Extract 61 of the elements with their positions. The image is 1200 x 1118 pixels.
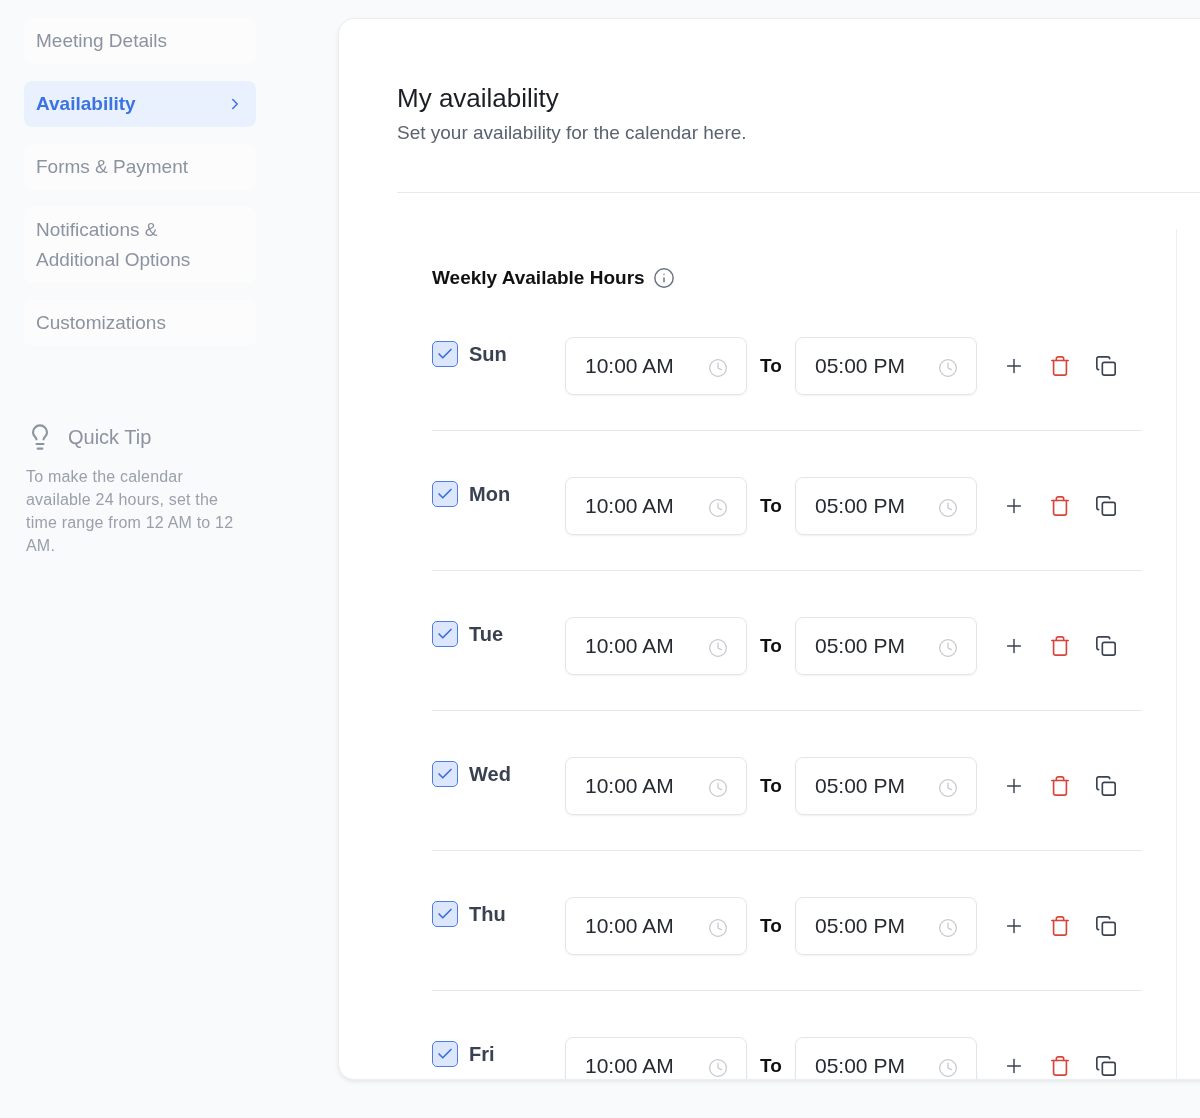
end-time-field[interactable]: 05:00 PM (795, 757, 977, 815)
end-time-field[interactable]: 05:00 PM (795, 1037, 977, 1079)
day-label: Wed (469, 762, 511, 786)
clock-icon (938, 498, 958, 518)
sidebar-item[interactable]: Availability (24, 81, 256, 127)
page-subtitle: Set your availability for the calendar here. (397, 122, 748, 144)
to-label: To (759, 635, 783, 657)
clock-icon (708, 358, 728, 378)
day-label: Fri (469, 1042, 495, 1066)
tip-title: Quick Tip (68, 425, 152, 449)
clock-icon (938, 918, 958, 938)
delete-button[interactable] (1049, 495, 1071, 517)
delete-button[interactable] (1049, 915, 1071, 937)
to-label: To (759, 1055, 783, 1077)
tip-text: To make the calendar available 24 hours, set the time range from 12 AM to 12 AM. (26, 467, 235, 556)
delete-button[interactable] (1049, 775, 1071, 797)
delete-button[interactable] (1049, 1055, 1071, 1077)
copy-button[interactable] (1095, 355, 1117, 377)
end-time-field[interactable]: 05:00 PM (795, 897, 977, 955)
copy-button[interactable] (1095, 495, 1117, 517)
copy-button[interactable] (1095, 775, 1117, 797)
day-checkbox[interactable] (432, 621, 458, 647)
day-checkbox[interactable] (432, 1041, 458, 1067)
day-label: Thu (469, 902, 506, 926)
end-time-field[interactable]: 05:00 PM (795, 617, 977, 675)
to-label: To (759, 355, 783, 377)
copy-button[interactable] (1095, 635, 1117, 657)
start-time-field[interactable]: 10:00 AM (565, 617, 747, 675)
end-time-field[interactable]: 05:00 PM (795, 337, 977, 395)
to-label: To (759, 495, 783, 517)
end-time-field[interactable]: 05:00 PM (795, 477, 977, 535)
day-label: Sun (469, 342, 507, 366)
delete-button[interactable] (1049, 355, 1071, 377)
clock-icon (708, 918, 728, 938)
clock-icon (708, 498, 728, 518)
start-time-field[interactable]: 10:00 AM (565, 1037, 747, 1079)
page-title: My availability (397, 83, 560, 114)
start-time-field[interactable]: 10:00 AM (565, 337, 747, 395)
clock-icon (938, 358, 958, 378)
start-time-field[interactable]: 10:00 AM (565, 897, 747, 955)
clock-icon (708, 778, 728, 798)
start-time-field[interactable]: 10:00 AM (565, 757, 747, 815)
clock-icon (938, 778, 958, 798)
copy-button[interactable] (1095, 915, 1117, 937)
clock-icon (708, 638, 728, 658)
start-time-field[interactable]: 10:00 AM (565, 477, 747, 535)
clock-icon (938, 1058, 958, 1078)
day-checkbox[interactable] (432, 341, 458, 367)
clock-icon (938, 638, 958, 658)
to-label: To (759, 915, 783, 937)
day-checkbox[interactable] (432, 901, 458, 927)
day-checkbox[interactable] (432, 761, 458, 787)
section-title: Weekly Available Hours (432, 267, 645, 289)
day-checkbox[interactable] (432, 481, 458, 507)
day-label: Mon (469, 482, 511, 506)
delete-button[interactable] (1049, 635, 1071, 657)
day-label: Tue (469, 622, 504, 646)
copy-button[interactable] (1095, 1055, 1117, 1077)
to-label: To (759, 775, 783, 797)
info-icon[interactable] (652, 267, 675, 289)
clock-icon (708, 1058, 728, 1078)
